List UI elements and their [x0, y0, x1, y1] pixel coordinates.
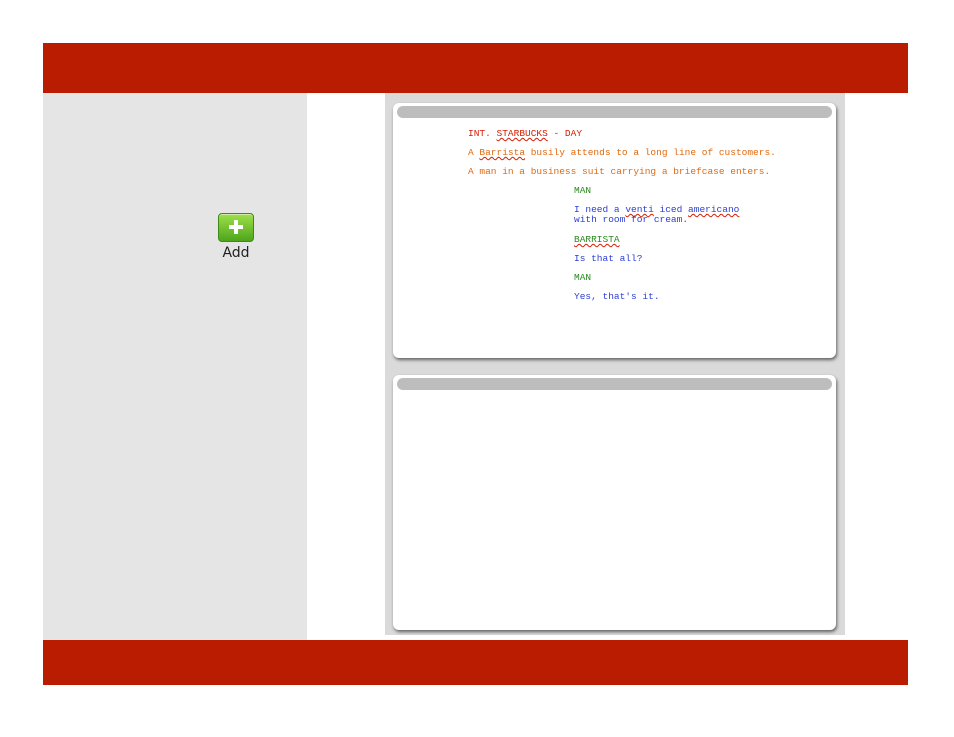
plus-icon — [218, 213, 254, 242]
character-name-3[interactable]: MAN — [574, 272, 591, 283]
bottom-banner — [43, 640, 908, 685]
top-banner — [43, 43, 908, 93]
action1-suffix: busily attends to a long line of custome… — [525, 147, 776, 158]
add-label: Add — [222, 245, 250, 261]
dialogue-2[interactable]: Is that all? — [574, 253, 642, 264]
card-header-bar[interactable] — [397, 106, 832, 118]
character-name-1[interactable]: MAN — [574, 185, 591, 196]
dialogue1-word-americano: americano — [688, 204, 740, 215]
character-name-2-text: BARRISTA — [574, 234, 620, 245]
scene-heading[interactable]: INT. STARBUCKS - DAY — [468, 128, 582, 139]
action-line-1[interactable]: A Barrista busily attends to a long line… — [468, 147, 776, 158]
add-button[interactable]: Add — [216, 210, 256, 264]
scene-location: STARBUCKS — [496, 128, 548, 139]
scene-heading-suffix: - DAY — [547, 128, 583, 139]
card-header-bar[interactable] — [397, 378, 832, 390]
dialogue-1-line-2[interactable]: with room for cream. — [574, 214, 688, 225]
script-card-2[interactable] — [393, 375, 836, 630]
sidebar — [43, 93, 307, 640]
character-name-2[interactable]: BARRISTA — [574, 234, 620, 245]
dialogue-3[interactable]: Yes, that's it. — [574, 291, 660, 302]
action1-prefix: A — [468, 147, 480, 158]
script-card-1[interactable]: INT. STARBUCKS - DAY A Barrista busily a… — [393, 103, 836, 358]
action1-misspelled-word: Barrista — [479, 147, 526, 158]
action-line-2[interactable]: A man in a business suit carrying a brie… — [468, 166, 770, 177]
scene-heading-prefix: INT. — [468, 128, 497, 139]
